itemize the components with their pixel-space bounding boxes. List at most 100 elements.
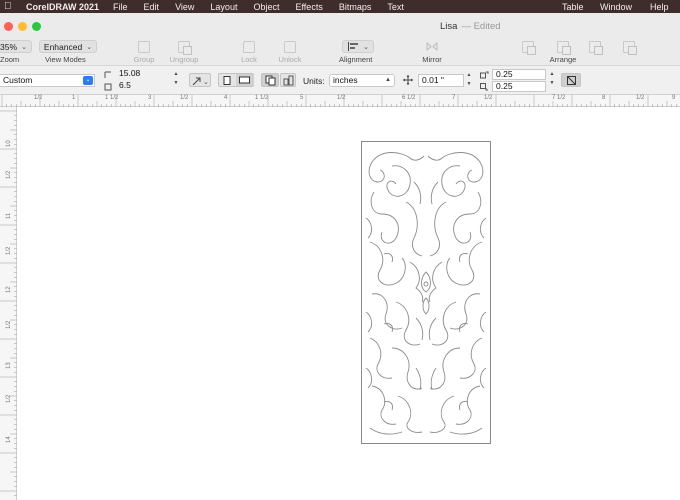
arrange-forward-button[interactable] [587, 39, 603, 66]
ruler-label: 11 [6, 212, 12, 219]
nudge-icon [403, 75, 413, 85]
mirror-label: Mirror [422, 55, 442, 64]
ruler-label: 5 [300, 95, 304, 101]
stepper-icon: ▲ [385, 77, 391, 83]
width-field[interactable]: 15.08 [116, 69, 170, 80]
menu-effects[interactable]: Effects [295, 2, 322, 12]
ungroup-icon [178, 41, 192, 55]
ruler-label: 8 [602, 95, 606, 101]
duplicate-x-icon [480, 71, 489, 79]
menu-layout[interactable]: Layout [210, 2, 237, 12]
duplicate-y-icon [480, 83, 488, 91]
menu-bitmaps[interactable]: Bitmaps [339, 2, 372, 12]
view-modes-dropdown[interactable]: Enhanced ⌄ [38, 40, 98, 53]
ruler-label: 1/2 [337, 95, 346, 101]
scale-icon: ⌄ [192, 77, 209, 86]
bounding-box-icon [567, 76, 576, 85]
ruler-label: 1/2 [6, 246, 12, 255]
ruler-label: 1/2 [484, 95, 493, 101]
orientation-toggle[interactable] [218, 73, 254, 87]
ungroup-button[interactable]: Ungroup [170, 39, 198, 66]
duplicate-y-field[interactable]: 0.25 [492, 81, 546, 92]
arrange-backward-button[interactable] [621, 39, 637, 66]
duplicate-stepper[interactable]: ▲ ▼ [549, 70, 555, 90]
nudge-stepper[interactable]: ▲ ▼ [466, 71, 472, 91]
drawing-canvas[interactable] [17, 107, 680, 500]
ruler-label: 7 1/2 [552, 95, 566, 101]
chevron-down-icon: ⌄ [363, 43, 369, 51]
lock-label: Lock [241, 55, 257, 64]
horizontal-ruler[interactable]: 1/2 1 1 1/2 3 1/2 4 1 1/2 5 1/2 6 1/2 7 … [0, 95, 680, 107]
current-page-button[interactable] [280, 73, 296, 87]
arrange-front-button[interactable] [520, 39, 536, 66]
units-dropdown[interactable]: inches ▲ [329, 74, 395, 87]
treat-as-filled-button[interactable] [561, 73, 581, 87]
view-mode-value: Enhanced [43, 41, 83, 52]
ruler-label: 10 [6, 140, 12, 147]
ruler-label: 1 1/2 [255, 95, 269, 101]
ruler-label: 1/2 [180, 95, 189, 101]
app-menu[interactable]: CorelDRAW 2021 [26, 2, 99, 12]
menu-window[interactable]: Window [600, 0, 632, 13]
scale-dropdown[interactable]: ⌄ [189, 73, 211, 87]
page-size-value: Custom [3, 75, 33, 85]
zoom-dropdown[interactable]: 35% ⌄ [0, 40, 32, 53]
menu-view[interactable]: View [175, 2, 194, 12]
forward-one-icon [589, 41, 603, 55]
size-stepper[interactable]: ▲ ▼ [173, 70, 179, 90]
zoom-label: Zoom [0, 55, 20, 64]
group-button[interactable]: Group [132, 39, 156, 66]
ruler-label: 1/2 [34, 95, 43, 101]
ruler-label: 13 [6, 362, 12, 369]
close-button[interactable] [4, 22, 13, 31]
view-modes-control[interactable]: Enhanced ⌄ View Modes [38, 39, 98, 66]
ruler-label: 7 [452, 95, 456, 101]
mirror-horizontal-icon[interactable] [426, 41, 438, 52]
window-title-bar: Lisa — Edited [0, 13, 680, 39]
menu-object[interactable]: Object [253, 2, 279, 12]
document-name: Lisa [440, 21, 458, 32]
page-size-dropdown[interactable]: Custom ⌄ [0, 74, 95, 87]
zoom-button[interactable] [32, 22, 41, 31]
current-page-icon [283, 75, 294, 86]
menu-text[interactable]: Text [387, 2, 404, 12]
apple-icon[interactable]:  [4, 1, 18, 12]
vertical-ruler[interactable]: 10 1/2 11 1/2 12 1/2 13 1/2 14 [0, 107, 17, 500]
ruler-label: 14 [6, 436, 12, 443]
nudge-field[interactable]: 0.01 " [418, 74, 464, 87]
document-status: — Edited [461, 21, 501, 32]
arrange-control[interactable]: Arrange [548, 39, 578, 66]
group-icon [138, 41, 150, 53]
landscape-icon [239, 76, 250, 84]
to-front-icon [522, 41, 536, 55]
window-title: Lisa — Edited [440, 21, 501, 32]
ornament-artwork [365, 152, 487, 435]
alignment-control[interactable]: ⌄ Alignment [338, 39, 378, 66]
units-label: Units: [303, 76, 325, 86]
menu-file[interactable]: File [113, 2, 128, 12]
ruler-label: 1 [72, 95, 76, 101]
all-pages-icon [265, 75, 276, 86]
minimize-button[interactable] [18, 22, 27, 31]
ruler-label: 12 [6, 286, 12, 293]
unlock-button[interactable]: Unlock [277, 39, 303, 66]
all-pages-button[interactable] [261, 73, 279, 87]
menu-edit[interactable]: Edit [144, 2, 160, 12]
to-back-icon [557, 41, 571, 55]
menu-help[interactable]: Help [650, 0, 669, 13]
height-field[interactable]: 6.5 [116, 81, 170, 92]
alignment-dropdown[interactable]: ⌄ [342, 40, 374, 53]
menu-table[interactable]: Table [562, 0, 584, 13]
ruler-label: 6 1/2 [402, 95, 416, 101]
lock-button[interactable]: Lock [239, 39, 259, 66]
mirror-control[interactable]: Mirror [418, 39, 446, 66]
height-icon [104, 83, 112, 91]
zoom-control[interactable]: 35% ⌄ Zoom [0, 39, 32, 66]
duplicate-x-field[interactable]: 0.25 [492, 69, 546, 80]
ruler-label: 4 [224, 95, 228, 101]
landscape-segment[interactable] [236, 74, 254, 86]
unlock-icon [284, 41, 296, 53]
ornament-panel[interactable] [361, 141, 491, 444]
view-modes-label: View Modes [45, 55, 86, 64]
svg-text:⌄: ⌄ [203, 79, 209, 86]
